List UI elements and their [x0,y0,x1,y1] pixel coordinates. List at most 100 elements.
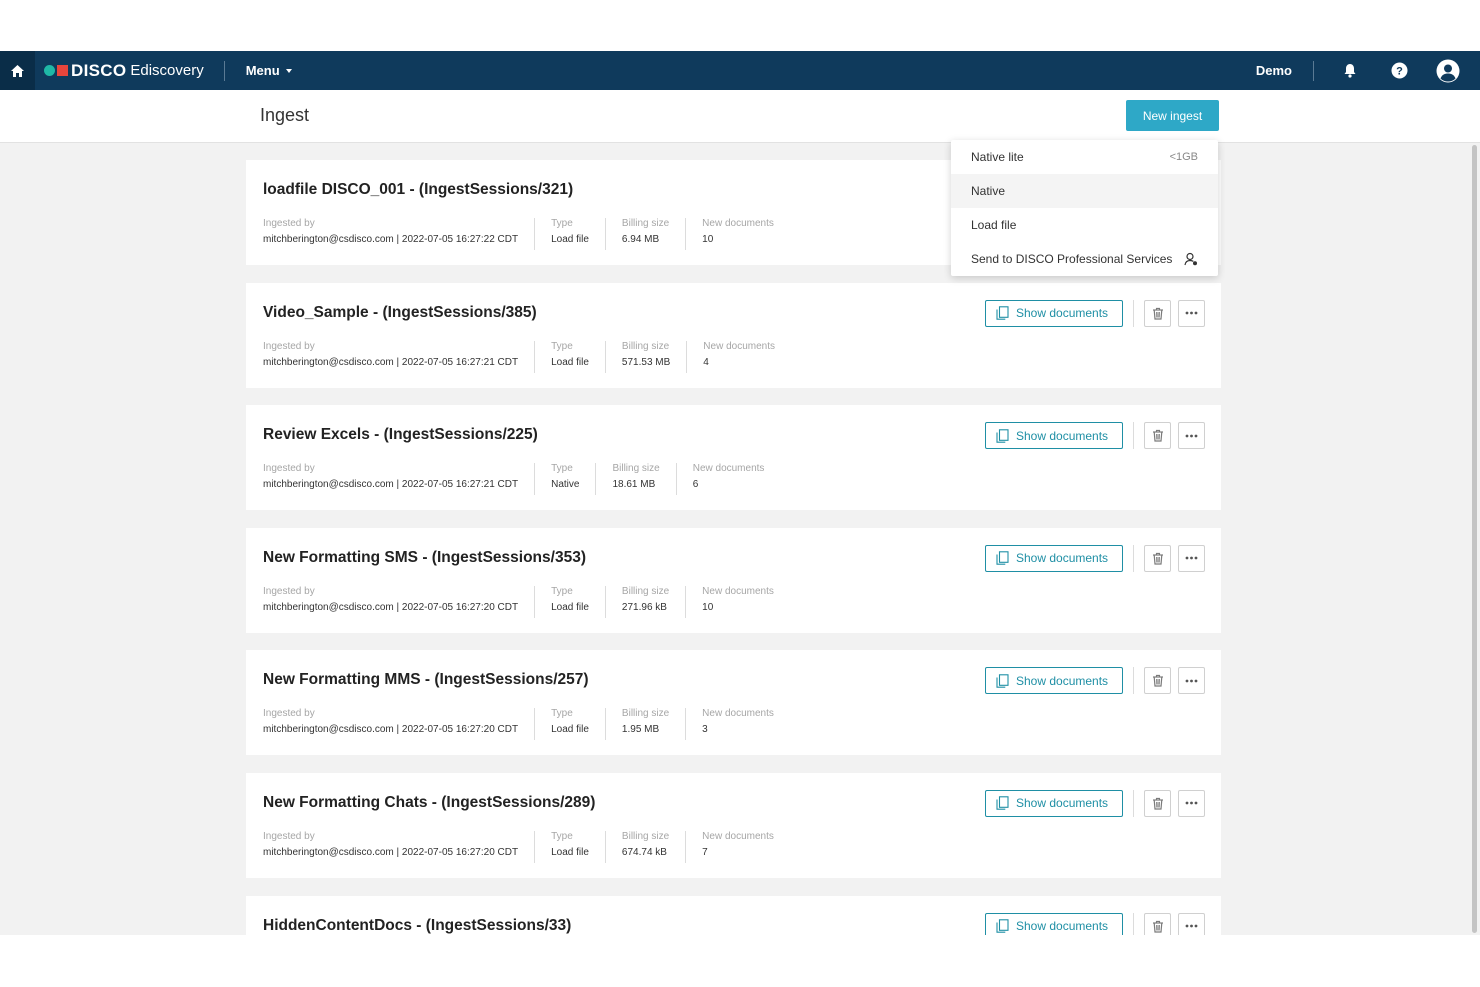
show-documents-button[interactable]: Show documents [985,422,1123,450]
meta-divider [595,463,597,496]
meta-label: Type [551,340,573,352]
more-options-button[interactable] [1178,422,1205,450]
meta-value: mitchberington@csdisco.com | 2022-07-05 … [263,724,519,736]
meta-type: Type Native [551,463,579,495]
meta-divider [534,340,536,373]
notifications-button[interactable] [1338,59,1362,83]
show-documents-button[interactable]: Show documents [985,299,1123,327]
meta-value: 271.96 kB [621,601,667,613]
ingest-title[interactable]: Review Excels - (IngestSessions/225) [263,426,538,444]
show-documents-button[interactable]: Show documents [985,912,1123,935]
logo[interactable]: DISCO Ediscovery [44,51,204,90]
show-documents-button[interactable]: Show documents [985,789,1123,817]
scrollbar-thumb[interactable] [1472,145,1477,933]
ingest-title[interactable]: loadfile DISCO_001 - (IngestSessions/321… [263,181,573,199]
document-icon [996,306,1009,320]
ingest-meta: Ingested by mitchberington@csdisco.com | … [263,708,774,741]
meta-value: mitchberington@csdisco.com | 2022-07-05 … [263,479,519,491]
ingest-title[interactable]: New Formatting SMS - (IngestSessions/353… [263,549,586,567]
card-actions: Show documents [985,667,1205,695]
show-documents-button[interactable]: Show documents [985,544,1123,572]
document-icon [996,428,1009,443]
logo-dot [44,65,55,76]
ingest-title[interactable]: HiddenContentDocs - (IngestSessions/33) [263,917,571,935]
meta-label: New documents [702,585,774,597]
meta-divider [534,585,536,618]
dropdown-item-label: Native [971,184,1006,198]
show-documents-button[interactable]: Show documents [985,667,1123,695]
meta-value: 4 [703,356,709,368]
menu-button[interactable]: Menu [246,63,292,78]
user-menu-button[interactable] [1436,59,1460,83]
meta-divider [685,585,687,618]
meta-value: Load file [551,724,589,736]
more-options-button[interactable] [1178,912,1205,935]
home-button[interactable] [0,51,35,90]
delete-button[interactable] [1144,789,1171,817]
ingest-title[interactable]: New Formatting MMS - (IngestSessions/257… [263,671,589,689]
more-options-button[interactable] [1178,789,1205,817]
dropdown-item-load-file[interactable]: Load file [951,208,1218,242]
more-options-button[interactable] [1178,544,1205,572]
meta-new-documents: New documents 3 [702,708,774,740]
meta-value: 10 [702,234,714,245]
page-title: Ingest [260,105,310,125]
meta-divider [534,708,536,741]
workspace-name[interactable]: Demo [1256,63,1292,78]
document-icon [996,551,1009,566]
delete-button[interactable] [1144,912,1171,935]
meta-new-documents: New documents 6 [693,463,765,495]
ingest-title[interactable]: New Formatting Chats - (IngestSessions/2… [263,794,595,812]
more-options-button[interactable] [1178,667,1205,695]
logo-square [57,65,68,76]
meta-divider [534,830,536,863]
meta-value: 6 [692,479,699,491]
dropdown-item-native[interactable]: Native [951,174,1218,208]
dropdown-item-hint: <1GB [1169,151,1198,163]
trash-icon [1152,675,1163,687]
show-documents-label: Show documents [1016,919,1109,934]
more-options-button[interactable] [1178,299,1205,327]
show-documents-label: Show documents [1016,428,1109,443]
ingest-card: HiddenContentDocs - (IngestSessions/33) S… [246,895,1221,935]
nav-right: Demo ? [1256,51,1480,90]
show-documents-label: Show documents [1016,796,1109,811]
meta-value: Load file [551,601,589,613]
help-button[interactable]: ? [1387,59,1411,83]
meta-value: Native [551,479,580,491]
more-icon [1185,802,1198,805]
meta-divider [685,708,687,741]
meta-value: Load file [551,234,589,245]
meta-ingested-by: Ingested by mitchberington@csdisco.com | … [263,218,518,250]
meta-value: 10 [702,601,714,613]
ingest-title[interactable]: Video_Sample - (IngestSessions/385) [263,304,537,322]
delete-button[interactable] [1144,299,1171,327]
scrollbar[interactable] [1470,143,1480,935]
meta-label: New documents [702,830,774,842]
meta-label: Billing size [621,585,670,597]
dropdown-item-professional-services[interactable]: Send to DISCO Professional Services [951,242,1218,276]
trash-icon [1152,307,1163,320]
ingest-card: New Formatting MMS - (IngestSessions/257… [246,650,1221,756]
new-ingest-button[interactable]: New ingest [1126,100,1219,131]
ingest-card: New Formatting SMS - (IngestSessions/353… [246,527,1221,633]
meta-ingested-by: Ingested by mitchberington@csdisco.com | … [263,341,518,373]
delete-button[interactable] [1144,544,1171,572]
ingest-card: Review Excels - (IngestSessions/225) Inge… [246,405,1221,511]
meta-label: Billing size [621,340,670,352]
trash-icon [1152,920,1163,933]
card-actions: Show documents [985,299,1205,327]
nav-divider [223,60,225,81]
delete-button[interactable] [1144,422,1171,450]
ingest-card: Video_Sample - (IngestSessions/385) Inges… [246,282,1221,388]
dropdown-item-native-lite[interactable]: Native lite <1GB [951,140,1218,174]
meta-label: Billing size [612,463,660,475]
delete-button[interactable] [1144,667,1171,695]
meta-value: Load file [551,846,589,858]
card-actions: Show documents [985,789,1205,817]
svg-text:?: ? [1396,66,1403,78]
meta-type: Type Load file [551,708,589,740]
meta-label: Ingested by [263,218,315,229]
action-divider [1133,299,1134,327]
top-nav: DISCO Ediscovery Menu Demo ? [0,51,1480,90]
